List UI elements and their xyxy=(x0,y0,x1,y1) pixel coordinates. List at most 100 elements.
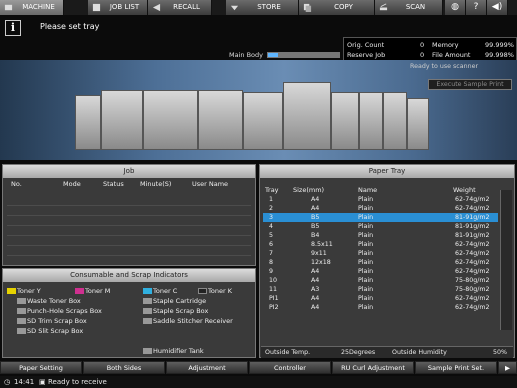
tray-size: B5 xyxy=(311,223,320,230)
tray-number: 10 xyxy=(269,277,278,284)
clock-icon: ◷ xyxy=(4,378,11,386)
tab-store[interactable]: STORE xyxy=(226,0,299,15)
tab-copy[interactable]: COPY xyxy=(299,0,375,15)
tray-col-tray: Tray xyxy=(265,186,279,194)
staple-icon xyxy=(143,308,152,314)
job-row[interactable] xyxy=(7,246,251,256)
job-row[interactable] xyxy=(7,236,251,246)
tray-row[interactable]: 4 B5 Plain 81-91g/m2 xyxy=(263,222,510,231)
tray-paper-name: Plain xyxy=(358,250,374,257)
tray-weight: 62-74g/m2 xyxy=(455,304,490,311)
tray-paper-name: Plain xyxy=(358,277,374,284)
toner-k-indicator: Toner K xyxy=(198,287,232,295)
job-list-icon xyxy=(92,3,101,12)
scanner-status: Ready to use scanner xyxy=(410,63,479,70)
job-row[interactable] xyxy=(7,196,251,206)
machine-part xyxy=(283,82,331,150)
tray-size: A4 xyxy=(311,304,320,311)
tray-size: 9x11 xyxy=(311,250,327,257)
sample-print-set-button[interactable]: Sample Print Set. xyxy=(415,361,497,374)
machine-part xyxy=(143,90,198,150)
paper-setting-button[interactable]: Paper Setting xyxy=(0,361,82,374)
machine-part xyxy=(359,92,383,150)
job-panel-title: Job xyxy=(3,165,255,178)
tray-paper-name: Plain xyxy=(358,295,374,302)
toner-y-indicator: Toner Y xyxy=(7,287,41,295)
help-icon[interactable]: ? xyxy=(466,0,487,15)
tray-number: 7 xyxy=(269,250,274,257)
tray-number: 1 xyxy=(269,196,274,203)
slit-icon xyxy=(17,328,26,334)
status-bar: ◷ 14:41 ▣ Ready to receive xyxy=(0,376,517,388)
tray-row[interactable]: PI1 A4 Plain 62-74g/m2 xyxy=(263,294,510,303)
staple-cartridge-indicator: Staple Cartridge xyxy=(143,297,206,305)
trim-icon xyxy=(17,318,26,324)
tray-weight: 75-80g/m2 xyxy=(455,286,490,293)
tray-col-size: Size(mm) xyxy=(293,186,325,194)
tray-row[interactable]: 10 A4 Plain 75-80g/m2 xyxy=(263,276,510,285)
tray-size: A4 xyxy=(311,295,320,302)
tray-size: A4 xyxy=(311,205,320,212)
job-col-no: No. xyxy=(11,180,22,188)
tray-weight: 62-74g/m2 xyxy=(455,205,490,212)
sd-slit-indicator: SD Slit Scrap Box xyxy=(17,327,83,335)
job-row[interactable] xyxy=(7,226,251,236)
tray-size: B5 xyxy=(311,214,320,221)
status-counts: Orig. Count 0 Memory 99.999% Reserve Job… xyxy=(343,37,517,61)
tray-number: PI1 xyxy=(269,295,279,302)
tray-row[interactable]: 3 B5 Plain 81-91g/m2 xyxy=(263,213,510,222)
tray-row[interactable]: 8 12x18 Plain 62-74g/m2 xyxy=(263,258,510,267)
machine-part xyxy=(243,92,283,150)
job-col-minute: Minute(S) xyxy=(140,180,172,188)
globe-icon[interactable]: ◍ xyxy=(445,0,466,15)
tray-row[interactable]: 11 A3 Plain 75-80g/m2 xyxy=(263,285,510,294)
printer-icon: ▣ xyxy=(39,378,46,386)
job-row[interactable] xyxy=(7,206,251,216)
tray-weight: 62-74g/m2 xyxy=(455,241,490,248)
tray-weight: 81-91g/m2 xyxy=(455,214,490,221)
ru-curl-adjustment-button[interactable]: RU Curl Adjustment xyxy=(332,361,414,374)
machine-part xyxy=(101,90,143,150)
tray-scrollbar[interactable] xyxy=(500,190,512,330)
tray-row[interactable]: 6 8.5x11 Plain 62-74g/m2 xyxy=(263,240,510,249)
tray-size: A4 xyxy=(311,277,320,284)
tab-scan[interactable]: SCAN xyxy=(375,0,443,15)
both-sides-button[interactable]: Both Sides xyxy=(83,361,165,374)
tab-machine[interactable]: MACHINE xyxy=(0,0,64,15)
tray-row[interactable]: 9 A4 Plain 62-74g/m2 xyxy=(263,267,510,276)
tray-row[interactable]: 2 A4 Plain 62-74g/m2 xyxy=(263,204,510,213)
tray-row[interactable]: PI2 A4 Plain 62-74g/m2 xyxy=(263,303,510,312)
job-col-status: Status xyxy=(103,180,124,188)
machine-part xyxy=(198,90,243,150)
tray-paper-name: Plain xyxy=(358,232,374,239)
reserve-job-value: 0 xyxy=(420,51,425,59)
tray-size: 12x18 xyxy=(311,259,331,266)
waste-toner-indicator: Waste Toner Box xyxy=(17,297,81,305)
tray-row[interactable]: 7 9x11 Plain 62-74g/m2 xyxy=(263,249,510,258)
next-page-button[interactable]: ▶ xyxy=(498,361,517,374)
tray-row[interactable]: 1 A4 Plain 62-74g/m2 xyxy=(263,195,510,204)
tray-number: 9 xyxy=(269,268,274,275)
adjustment-button[interactable]: Adjustment xyxy=(166,361,248,374)
tray-weight: 62-74g/m2 xyxy=(455,295,490,302)
job-row[interactable] xyxy=(7,216,251,226)
orig-count-label: Orig. Count xyxy=(347,41,385,49)
staple-icon xyxy=(143,298,152,304)
machine-part xyxy=(407,98,429,150)
execute-sample-print-button[interactable]: Execute Sample Print xyxy=(428,79,512,90)
punch-icon xyxy=(17,308,26,314)
tray-paper-name: Plain xyxy=(358,223,374,230)
tray-number: 2 xyxy=(269,205,274,212)
tab-recall[interactable]: RECALL xyxy=(148,0,212,15)
tray-number: 11 xyxy=(269,286,278,293)
controller-button[interactable]: Controller xyxy=(249,361,331,374)
tray-row[interactable]: 5 B4 Plain 81-91g/m2 xyxy=(263,231,510,240)
outside-humidity-value: 50% xyxy=(493,349,507,356)
tray-size: A4 xyxy=(311,268,320,275)
outside-temp-value: 25Degrees xyxy=(341,349,376,356)
tab-job-list[interactable]: JOB LIST xyxy=(88,0,148,15)
speaker-icon[interactable]: ◀) xyxy=(487,0,508,15)
top-tab-bar: MACHINE JOB LIST RECALL STORE COPY SCAN … xyxy=(0,0,517,15)
memory-label: Memory xyxy=(432,41,459,49)
orig-count-value: 0 xyxy=(420,41,425,49)
